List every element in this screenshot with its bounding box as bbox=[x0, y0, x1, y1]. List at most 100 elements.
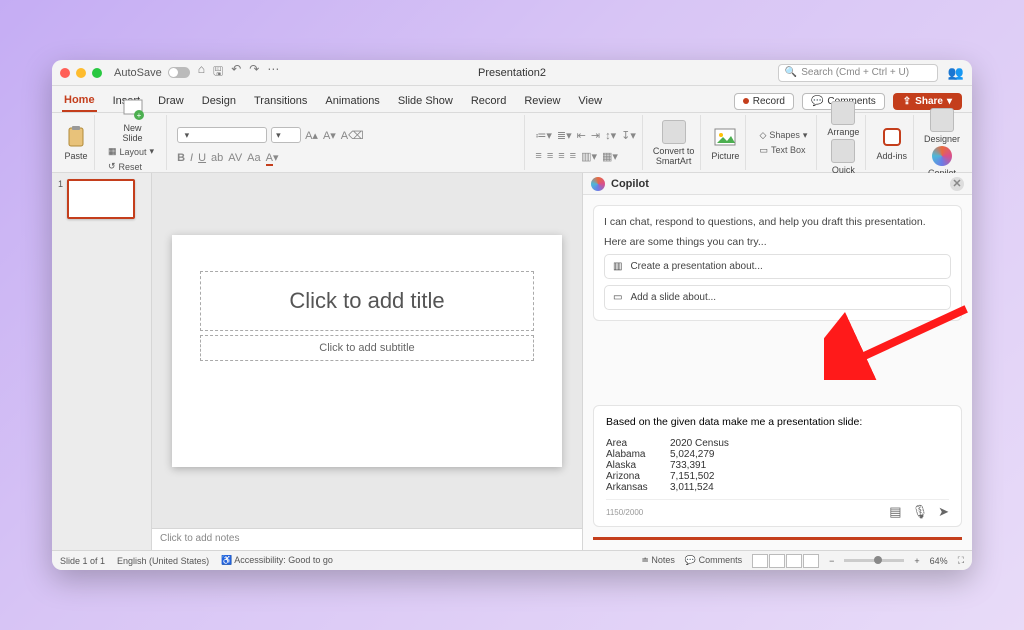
reset-button[interactable]: ↺ Reset bbox=[105, 160, 160, 173]
ribbon: Paste + New Slide ▦ Layout ▾ ↺ Reset ▭ S… bbox=[52, 113, 972, 173]
title-placeholder[interactable]: Click to add title bbox=[200, 271, 534, 331]
clipboard-icon bbox=[64, 125, 88, 149]
tab-slideshow[interactable]: Slide Show bbox=[396, 91, 455, 111]
align-right-icon[interactable]: ≡ bbox=[558, 150, 564, 162]
accent-bar bbox=[593, 537, 962, 540]
textbox-button[interactable]: ▭ Text Box bbox=[756, 144, 810, 157]
toggle-switch-icon[interactable] bbox=[168, 67, 190, 78]
align-text-icon[interactable]: ▦▾ bbox=[602, 150, 618, 163]
slide-counter[interactable]: Slide 1 of 1 bbox=[60, 556, 105, 566]
redo-icon[interactable]: ↷ bbox=[249, 62, 259, 83]
notes-pane[interactable]: Click to add notes bbox=[152, 528, 582, 550]
copilot-intro-text: I can chat, respond to questions, and he… bbox=[604, 216, 951, 228]
fontcolor-icon[interactable]: A▾ bbox=[266, 151, 279, 164]
close-pane-icon[interactable]: ✕ bbox=[950, 177, 964, 191]
suggestion-add-slide[interactable]: ▭Add a slide about... bbox=[604, 285, 951, 310]
zoom-level[interactable]: 64% bbox=[930, 556, 948, 566]
subtitle-placeholder[interactable]: Click to add subtitle bbox=[200, 335, 534, 361]
align-left-icon[interactable]: ≡ bbox=[535, 150, 541, 162]
microphone-icon[interactable]: 🎙 bbox=[912, 504, 929, 520]
home-icon[interactable]: ⌂ bbox=[198, 62, 205, 83]
indent-right-icon[interactable]: ⇥ bbox=[591, 129, 600, 142]
picture-button[interactable]: Picture bbox=[711, 125, 739, 161]
share-people-icon[interactable]: 👥 bbox=[948, 65, 964, 81]
autosave-toggle[interactable]: AutoSave bbox=[114, 67, 190, 79]
numbers-icon[interactable]: ≣▾ bbox=[557, 129, 572, 142]
maximize-window-icon[interactable] bbox=[92, 68, 102, 78]
copilot-input-box[interactable]: Based on the given data make me a presen… bbox=[593, 405, 962, 527]
slide-editor: Click to add title Click to add subtitle… bbox=[152, 173, 582, 550]
tab-review[interactable]: Review bbox=[522, 91, 562, 111]
attachment-icon[interactable]: ▤ bbox=[889, 504, 901, 520]
workspace: 1 Click to add title Click to add subtit… bbox=[52, 173, 972, 550]
suggestion-create-presentation[interactable]: ▥Create a presentation about... bbox=[604, 254, 951, 279]
shadow-icon[interactable]: AV bbox=[228, 152, 242, 164]
slide-thumbnail-pane[interactable]: 1 bbox=[52, 173, 152, 550]
paste-button[interactable]: Paste bbox=[64, 125, 88, 161]
strike-icon[interactable]: ab bbox=[211, 152, 223, 164]
search-input[interactable]: 🔍 Search (Cmd + Ctrl + U) bbox=[778, 64, 938, 82]
new-slide-button[interactable]: + New Slide bbox=[121, 97, 145, 143]
arrange-button[interactable]: Arrange bbox=[827, 101, 859, 137]
tab-view[interactable]: View bbox=[576, 91, 604, 111]
clear-format-icon[interactable]: A⌫ bbox=[341, 129, 364, 142]
tab-home[interactable]: Home bbox=[62, 90, 97, 112]
copilot-intro-card: I can chat, respond to questions, and he… bbox=[593, 205, 962, 321]
search-icon: 🔍 bbox=[785, 67, 797, 78]
designer-button[interactable]: Designer bbox=[924, 108, 960, 144]
justify-icon[interactable]: ≡ bbox=[570, 150, 576, 162]
notes-toggle[interactable]: ≐ Notes bbox=[641, 555, 675, 566]
designer-icon bbox=[930, 108, 954, 132]
tab-design[interactable]: Design bbox=[200, 91, 238, 111]
layout-button[interactable]: ▦ Layout ▾ bbox=[105, 145, 160, 158]
document-title: Presentation2 bbox=[478, 67, 546, 79]
shapes-button[interactable]: ◇ Shapes ▾ bbox=[756, 129, 810, 142]
bullets-icon[interactable]: ≔▾ bbox=[535, 129, 552, 142]
tab-draw[interactable]: Draw bbox=[156, 91, 186, 111]
window-controls[interactable] bbox=[60, 68, 102, 78]
tab-record[interactable]: Record bbox=[469, 91, 508, 111]
addins-button[interactable]: Add-ins bbox=[876, 125, 907, 161]
send-icon[interactable]: ➤ bbox=[938, 504, 949, 520]
increase-font-icon[interactable]: A▴ bbox=[305, 129, 318, 142]
highlight-icon[interactable]: Aa bbox=[247, 152, 260, 164]
italic-icon[interactable]: I bbox=[190, 152, 193, 164]
zoom-out-icon[interactable]: − bbox=[829, 556, 834, 566]
decrease-font-icon[interactable]: A▾ bbox=[323, 129, 336, 142]
fit-to-window-icon[interactable]: ⛶ bbox=[958, 555, 964, 566]
font-combo[interactable]: ▾ bbox=[177, 127, 267, 143]
tab-animations[interactable]: Animations bbox=[323, 91, 381, 111]
more-icon[interactable]: ⋯ bbox=[267, 62, 279, 83]
accessibility-status[interactable]: ♿ Accessibility: Good to go bbox=[221, 555, 333, 566]
close-window-icon[interactable] bbox=[60, 68, 70, 78]
quickstyles-icon bbox=[831, 139, 855, 163]
copilot-try-text: Here are some things you can try... bbox=[604, 236, 951, 248]
arrange-icon bbox=[831, 101, 855, 125]
minimize-window-icon[interactable] bbox=[76, 68, 86, 78]
zoom-in-icon[interactable]: + bbox=[914, 556, 919, 566]
indent-left-icon[interactable]: ⇤ bbox=[577, 129, 586, 142]
underline-icon[interactable]: U bbox=[198, 152, 206, 164]
search-placeholder: Search (Cmd + Ctrl + U) bbox=[801, 67, 909, 78]
comments-toggle[interactable]: 💬 Comments bbox=[685, 555, 742, 566]
bold-icon[interactable]: B bbox=[177, 152, 185, 164]
align-center-icon[interactable]: ≡ bbox=[547, 150, 553, 162]
convert-smartart-button[interactable]: Convert to SmartArt bbox=[653, 120, 695, 166]
zoom-slider[interactable] bbox=[844, 559, 904, 562]
slide-thumbnail[interactable] bbox=[67, 179, 135, 219]
undo-icon[interactable]: ↶ bbox=[231, 62, 241, 83]
copilot-data-table: Area2020 Census Alabama5,024,279 Alaska7… bbox=[606, 438, 949, 493]
language-status[interactable]: English (United States) bbox=[117, 556, 209, 566]
picture-icon bbox=[713, 125, 737, 149]
tab-transitions[interactable]: Transitions bbox=[252, 91, 309, 111]
line-spacing-icon[interactable]: ↕▾ bbox=[605, 129, 616, 142]
columns-icon[interactable]: ▥▾ bbox=[581, 150, 597, 163]
record-button[interactable]: Record bbox=[734, 93, 794, 110]
text-direction-icon[interactable]: ↧▾ bbox=[621, 129, 636, 142]
view-buttons[interactable] bbox=[752, 554, 819, 568]
save-icon[interactable]: 🖫 bbox=[213, 62, 223, 83]
slide-canvas[interactable]: Click to add title Click to add subtitle bbox=[172, 235, 562, 467]
fontsize-combo[interactable]: ▾ bbox=[271, 127, 301, 143]
thumbnail-number: 1 bbox=[58, 179, 63, 544]
slides-icon: ▥ bbox=[613, 261, 622, 272]
